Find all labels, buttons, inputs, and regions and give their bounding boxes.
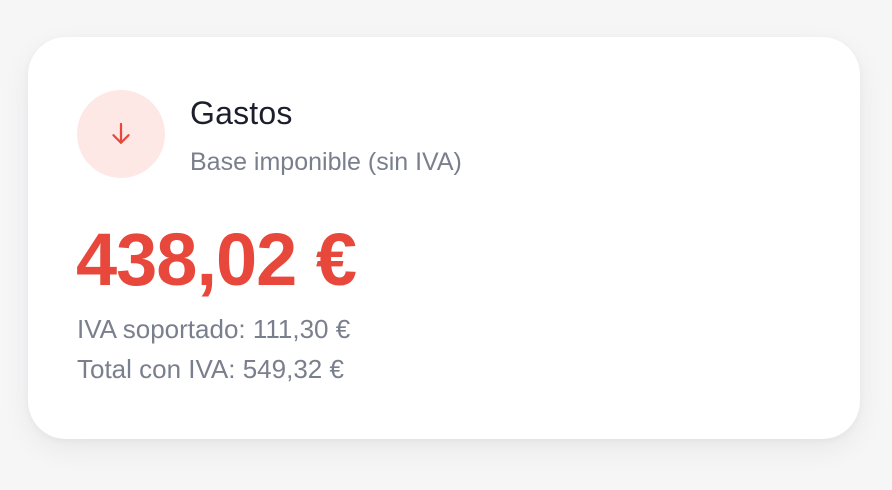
expense-icon-badge [77,90,165,178]
arrow-down-icon [112,122,130,144]
card-subtitle: Base imponible (sin IVA) [190,148,462,176]
expense-amount: 438,02 € [76,218,357,301]
total-detail: Total con IVA: 549,32 € [77,354,344,384]
vat-detail: IVA soportado: 111,30 € [77,314,351,344]
card-title: Gastos [190,95,293,131]
expenses-card: Gastos Base imponible (sin IVA) 438,02 €… [28,37,860,439]
